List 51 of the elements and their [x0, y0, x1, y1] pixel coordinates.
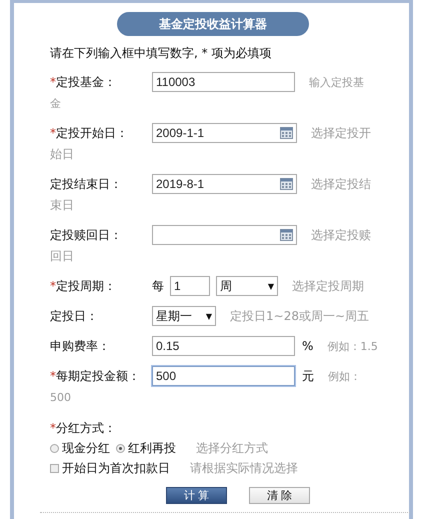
instructions-text: 请在下列输入框中填写数字, * 项为必填项 [50, 45, 272, 62]
hint-text: 请根据实际情况选择 [190, 460, 298, 477]
radio-option[interactable]: 现金分红 [50, 439, 110, 457]
hint-text: 始日 [50, 146, 74, 162]
hint-text: 例如： [328, 368, 361, 384]
unit-label: 元 [302, 368, 314, 384]
hint-text: 选择定投周期 [292, 278, 364, 294]
hint-text: 选择定投开 [311, 124, 371, 142]
calendar-icon[interactable] [280, 229, 293, 241]
field-label: 定投周期： [56, 278, 116, 292]
hint-text: 定投日1~28或周一~周五 [230, 308, 370, 324]
hint-text: 输入定投基 [309, 74, 364, 90]
calculate-button[interactable]: 计 算 [166, 487, 227, 504]
input-field[interactable]: 500 [152, 366, 295, 386]
field-label: 每期定投金额： [56, 368, 140, 382]
hint-text: 选择定投结 [311, 176, 371, 192]
input-field[interactable]: 1 [170, 276, 210, 296]
date-field[interactable] [152, 225, 297, 245]
calendar-icon[interactable] [280, 178, 293, 190]
checkbox-option[interactable]: 开始日为首次扣款日 [50, 459, 170, 477]
calculator-title: 基金定投收益计算器 [117, 12, 309, 36]
period-dropdown[interactable]: 周 ▼ [216, 276, 278, 296]
hint-text: 500 [50, 390, 71, 404]
field-label: 定投赎回日： [50, 228, 122, 242]
calendar-icon[interactable] [280, 127, 293, 139]
hint-text: 例如：1.5 [327, 338, 378, 354]
unit-label: % [302, 339, 314, 353]
required-mark: * [50, 368, 56, 382]
every-label: 每 [152, 278, 164, 294]
field-label: 定投日： [50, 308, 98, 322]
input-field[interactable]: 0.15 [152, 336, 295, 356]
day-dropdown[interactable]: 星期一 ▼ [152, 306, 216, 326]
field-label: 定投结束日： [50, 176, 122, 190]
input-field[interactable]: 110003 [152, 72, 295, 92]
hint-text: 选择定投赎 [311, 226, 371, 244]
field-label: 申购费率： [50, 338, 110, 352]
clear-button[interactable]: 清 除 [249, 487, 310, 504]
hint-text: 选择分红方式 [196, 440, 268, 457]
field-label: 分红方式： [56, 421, 116, 435]
date-field[interactable]: 2009-1-1 [152, 123, 297, 143]
hint-text: 回日 [50, 248, 74, 264]
required-mark: * [50, 126, 56, 140]
required-mark: * [50, 421, 56, 435]
date-field[interactable]: 2019-8-1 [152, 174, 297, 194]
required-mark: * [50, 74, 56, 88]
hint-text: 金 [50, 96, 61, 110]
radio-option[interactable]: 红利再投 [116, 439, 176, 457]
field-label: 定投开始日： [56, 126, 128, 140]
field-label: 定投基金： [56, 74, 116, 88]
required-mark: * [50, 278, 56, 292]
hint-text: 束日 [50, 196, 74, 214]
